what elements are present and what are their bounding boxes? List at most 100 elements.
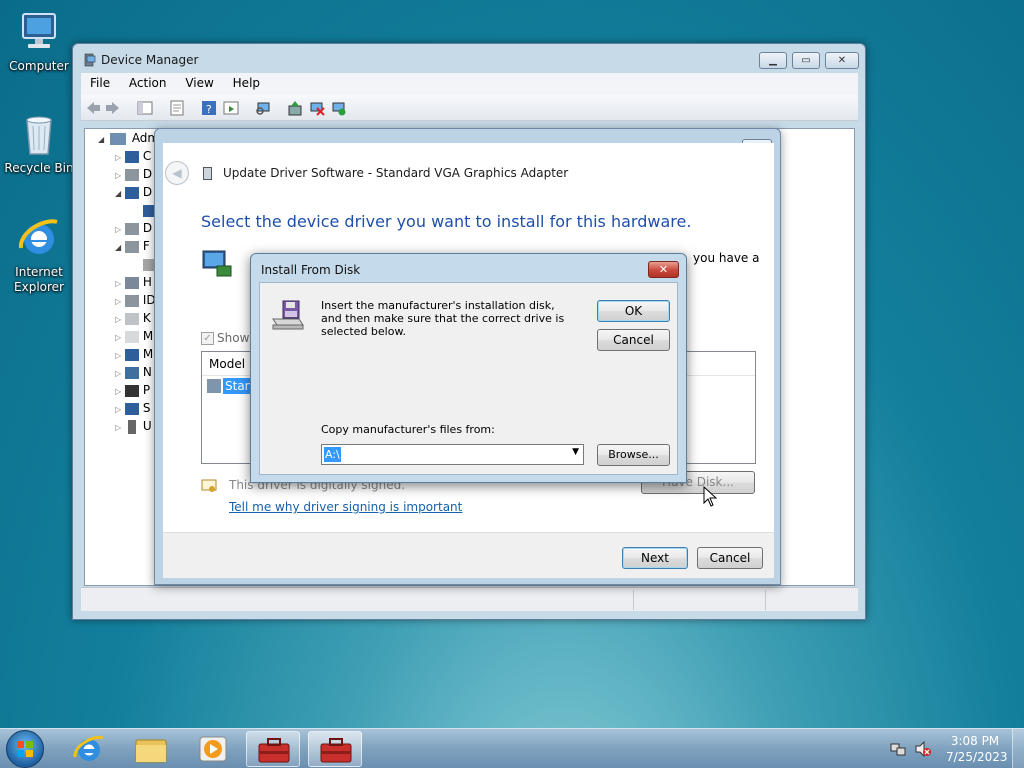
toolbar: ? <box>81 95 858 121</box>
tree-item[interactable]: ▷ K <box>115 311 151 329</box>
next-button[interactable]: Next <box>622 547 688 569</box>
network-icon <box>124 366 139 379</box>
computer-icon <box>15 8 63 56</box>
chevron-down-icon[interactable]: ▼ <box>572 447 579 457</box>
menu-view[interactable]: View <box>176 73 219 90</box>
computer-node-icon <box>109 132 126 145</box>
tree-item[interactable]: ▷ U <box>115 419 152 437</box>
tree-item[interactable]: ▷ D <box>115 221 152 239</box>
tree-item[interactable]: ▷ D <box>115 167 152 185</box>
maximize-button[interactable]: ▭ <box>792 52 820 69</box>
device-category-icon <box>124 222 139 235</box>
back-arrow-icon[interactable] <box>85 100 101 116</box>
monitor-icon <box>201 249 233 281</box>
driver-icon <box>207 379 221 393</box>
copy-from-label: Copy manufacturer's files from: <box>321 423 495 436</box>
properties-icon[interactable] <box>169 100 185 116</box>
tree-item[interactable]: ◢ D <box>115 185 152 203</box>
status-bar <box>81 587 858 611</box>
status-divider <box>765 590 766 610</box>
device-category-icon <box>124 294 139 307</box>
taskbar: 3:08 PM 7/25/2023 <box>0 728 1024 768</box>
wizard-heading: Select the device driver you want to ins… <box>201 212 692 231</box>
window-title: Device Manager <box>101 53 199 67</box>
back-button[interactable]: ◀ <box>165 161 189 185</box>
back-arrow-icon: ◀ <box>172 166 182 180</box>
tree-item[interactable]: ▷ S <box>115 401 150 419</box>
install-from-disk-dialog: Install From Disk ✕ Insert the manufactu… <box>250 253 687 483</box>
tree-item[interactable]: ▷ M <box>115 329 153 347</box>
minimize-button[interactable]: ▁ <box>759 52 787 69</box>
cancel-button[interactable]: Cancel <box>597 329 670 351</box>
clock[interactable]: 3:08 PM 7/25/2023 <box>946 733 1008 765</box>
disk-drive-icon <box>271 299 305 331</box>
enable-device-icon[interactable] <box>331 100 347 116</box>
tree-item[interactable]: ▷ C <box>115 149 151 167</box>
desktop-icon-computer[interactable]: Computer <box>2 8 76 74</box>
desktop-icon-label: Computer <box>9 59 69 73</box>
taskbar-file-explorer[interactable] <box>124 731 178 767</box>
volume-muted-icon[interactable] <box>914 740 932 758</box>
menu-file[interactable]: File <box>81 73 116 90</box>
tree-item[interactable]: ▷ P <box>115 383 150 401</box>
ok-button[interactable]: OK <box>597 300 670 322</box>
tree-item[interactable]: ◢ F <box>115 239 150 257</box>
scan-hardware-icon[interactable] <box>255 100 271 116</box>
copy-from-value[interactable]: A:\ <box>324 447 341 462</box>
usb-icon <box>127 419 136 434</box>
desktop-icon-internet-explorer[interactable]: Internet Explorer <box>2 214 76 295</box>
wizard-title: Update Driver Software - Standard VGA Gr… <box>223 166 569 180</box>
desktop-icon-label: Internet Explorer <box>14 265 64 294</box>
close-button[interactable]: ✕ <box>648 261 679 278</box>
driver-signing-link[interactable]: Tell me why driver signing is important <box>229 500 462 514</box>
action-pane-icon[interactable] <box>223 100 239 116</box>
device-manager-icon <box>83 53 97 67</box>
tree-item[interactable]: ▷ H <box>115 275 152 293</box>
device-icon <box>203 167 212 180</box>
taskbar-media-player[interactable] <box>186 731 240 767</box>
recycle-bin-icon <box>15 110 63 158</box>
device-category-icon <box>124 186 139 199</box>
toolbox-icon <box>258 738 290 763</box>
mouse-icon <box>124 330 139 343</box>
taskbar-update-driver[interactable] <box>308 731 362 767</box>
taskbar-internet-explorer[interactable] <box>62 731 116 767</box>
tree-item[interactable]: ▷ ID <box>115 293 156 311</box>
show-desktop-button[interactable] <box>1012 729 1024 768</box>
update-driver-icon[interactable] <box>287 100 303 116</box>
toolbox-icon <box>320 738 352 763</box>
show-hide-console-tree-icon[interactable] <box>137 100 153 116</box>
mouse-cursor-icon <box>703 485 718 508</box>
tree-item[interactable]: ▷ N <box>115 365 152 383</box>
windows-logo-icon <box>17 741 33 757</box>
dialog-message: Insert the manufacturer's installation d… <box>321 299 565 338</box>
internet-explorer-icon <box>15 214 63 262</box>
uninstall-icon[interactable] <box>309 100 325 116</box>
svg-text:?: ? <box>206 103 212 116</box>
menu-help[interactable]: Help <box>224 73 266 90</box>
device-category-icon <box>124 240 139 253</box>
start-button[interactable] <box>6 730 44 768</box>
keyboard-icon <box>124 312 139 325</box>
help-icon[interactable]: ? <box>201 100 217 116</box>
close-button[interactable]: ✕ <box>825 52 859 69</box>
internet-explorer-icon <box>73 735 104 761</box>
device-category-icon <box>124 276 139 289</box>
browse-button[interactable]: Browse... <box>597 444 670 466</box>
desktop-icon-recycle-bin[interactable]: Recycle Bin <box>2 110 76 176</box>
system-devices-icon <box>124 402 139 415</box>
network-icon[interactable] <box>890 741 906 757</box>
tree-root[interactable]: ◢ Adm <box>98 131 159 149</box>
desktop-icon-label: Recycle Bin <box>4 161 74 175</box>
copy-from-combobox[interactable]: A:\ ▼ <box>321 444 584 465</box>
show-compatible-checkbox[interactable]: ✓ <box>201 332 214 345</box>
certificate-icon <box>201 479 217 493</box>
tree-item[interactable]: ▷ M <box>115 347 153 365</box>
menu-action[interactable]: Action <box>120 73 173 90</box>
folder-icon <box>135 739 167 763</box>
cancel-button[interactable]: Cancel <box>697 547 763 569</box>
forward-arrow-icon[interactable] <box>105 100 121 116</box>
intro-text: you have a <box>693 251 760 265</box>
taskbar-device-manager[interactable] <box>246 731 300 767</box>
media-player-icon <box>199 736 227 762</box>
